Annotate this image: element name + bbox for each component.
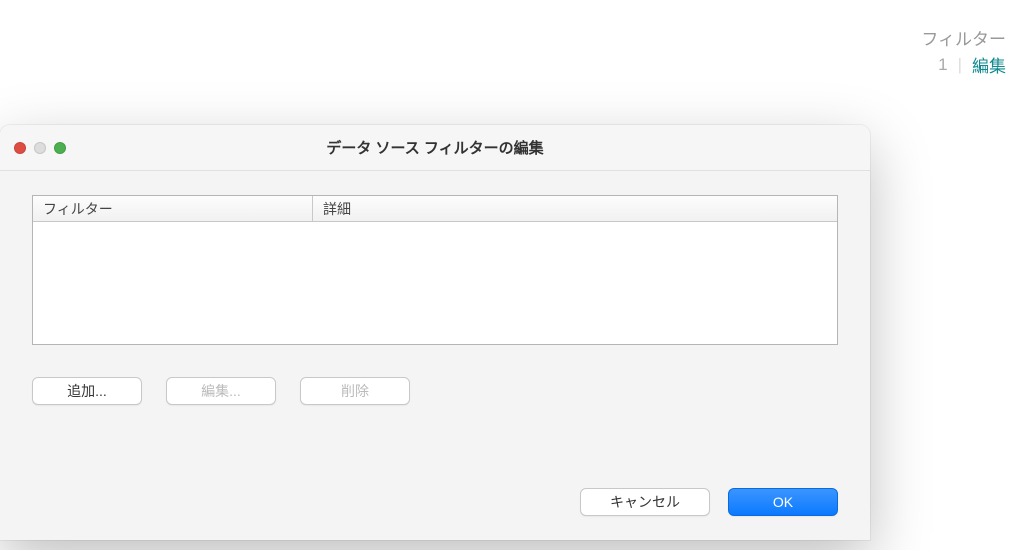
dialog-titlebar: データ ソース フィルターの編集 <box>0 125 870 171</box>
edit-button: 編集... <box>166 377 276 405</box>
ok-button[interactable]: OK <box>728 488 838 516</box>
column-header-filter[interactable]: フィルター <box>33 196 313 221</box>
dialog-title: データ ソース フィルターの編集 <box>0 137 870 158</box>
filter-divider: | <box>958 55 962 75</box>
table-body-empty[interactable] <box>33 222 837 344</box>
add-button[interactable]: 追加... <box>32 377 142 405</box>
filter-summary-row: 1 | 編集 <box>921 52 1006 77</box>
filter-count: 1 <box>938 55 947 75</box>
filter-summary-label: フィルター <box>921 25 1006 50</box>
dialog-footer-buttons: キャンセル OK <box>580 488 838 516</box>
maximize-window-icon[interactable] <box>54 142 66 154</box>
delete-button: 削除 <box>300 377 410 405</box>
table-header: フィルター 詳細 <box>33 196 837 222</box>
close-window-icon[interactable] <box>14 142 26 154</box>
filter-summary-panel: フィルター 1 | 編集 <box>921 25 1006 77</box>
column-header-detail[interactable]: 詳細 <box>313 196 837 221</box>
minimize-window-icon <box>34 142 46 154</box>
filter-edit-link[interactable]: 編集 <box>972 52 1006 77</box>
data-source-filter-dialog: データ ソース フィルターの編集 フィルター 詳細 追加... 編集... 削除… <box>0 125 870 540</box>
row-action-buttons: 追加... 編集... 削除 <box>32 377 838 405</box>
filters-table: フィルター 詳細 <box>32 195 838 345</box>
dialog-body: フィルター 詳細 追加... 編集... 削除 <box>0 171 870 405</box>
cancel-button[interactable]: キャンセル <box>580 488 710 516</box>
window-controls <box>14 142 66 154</box>
